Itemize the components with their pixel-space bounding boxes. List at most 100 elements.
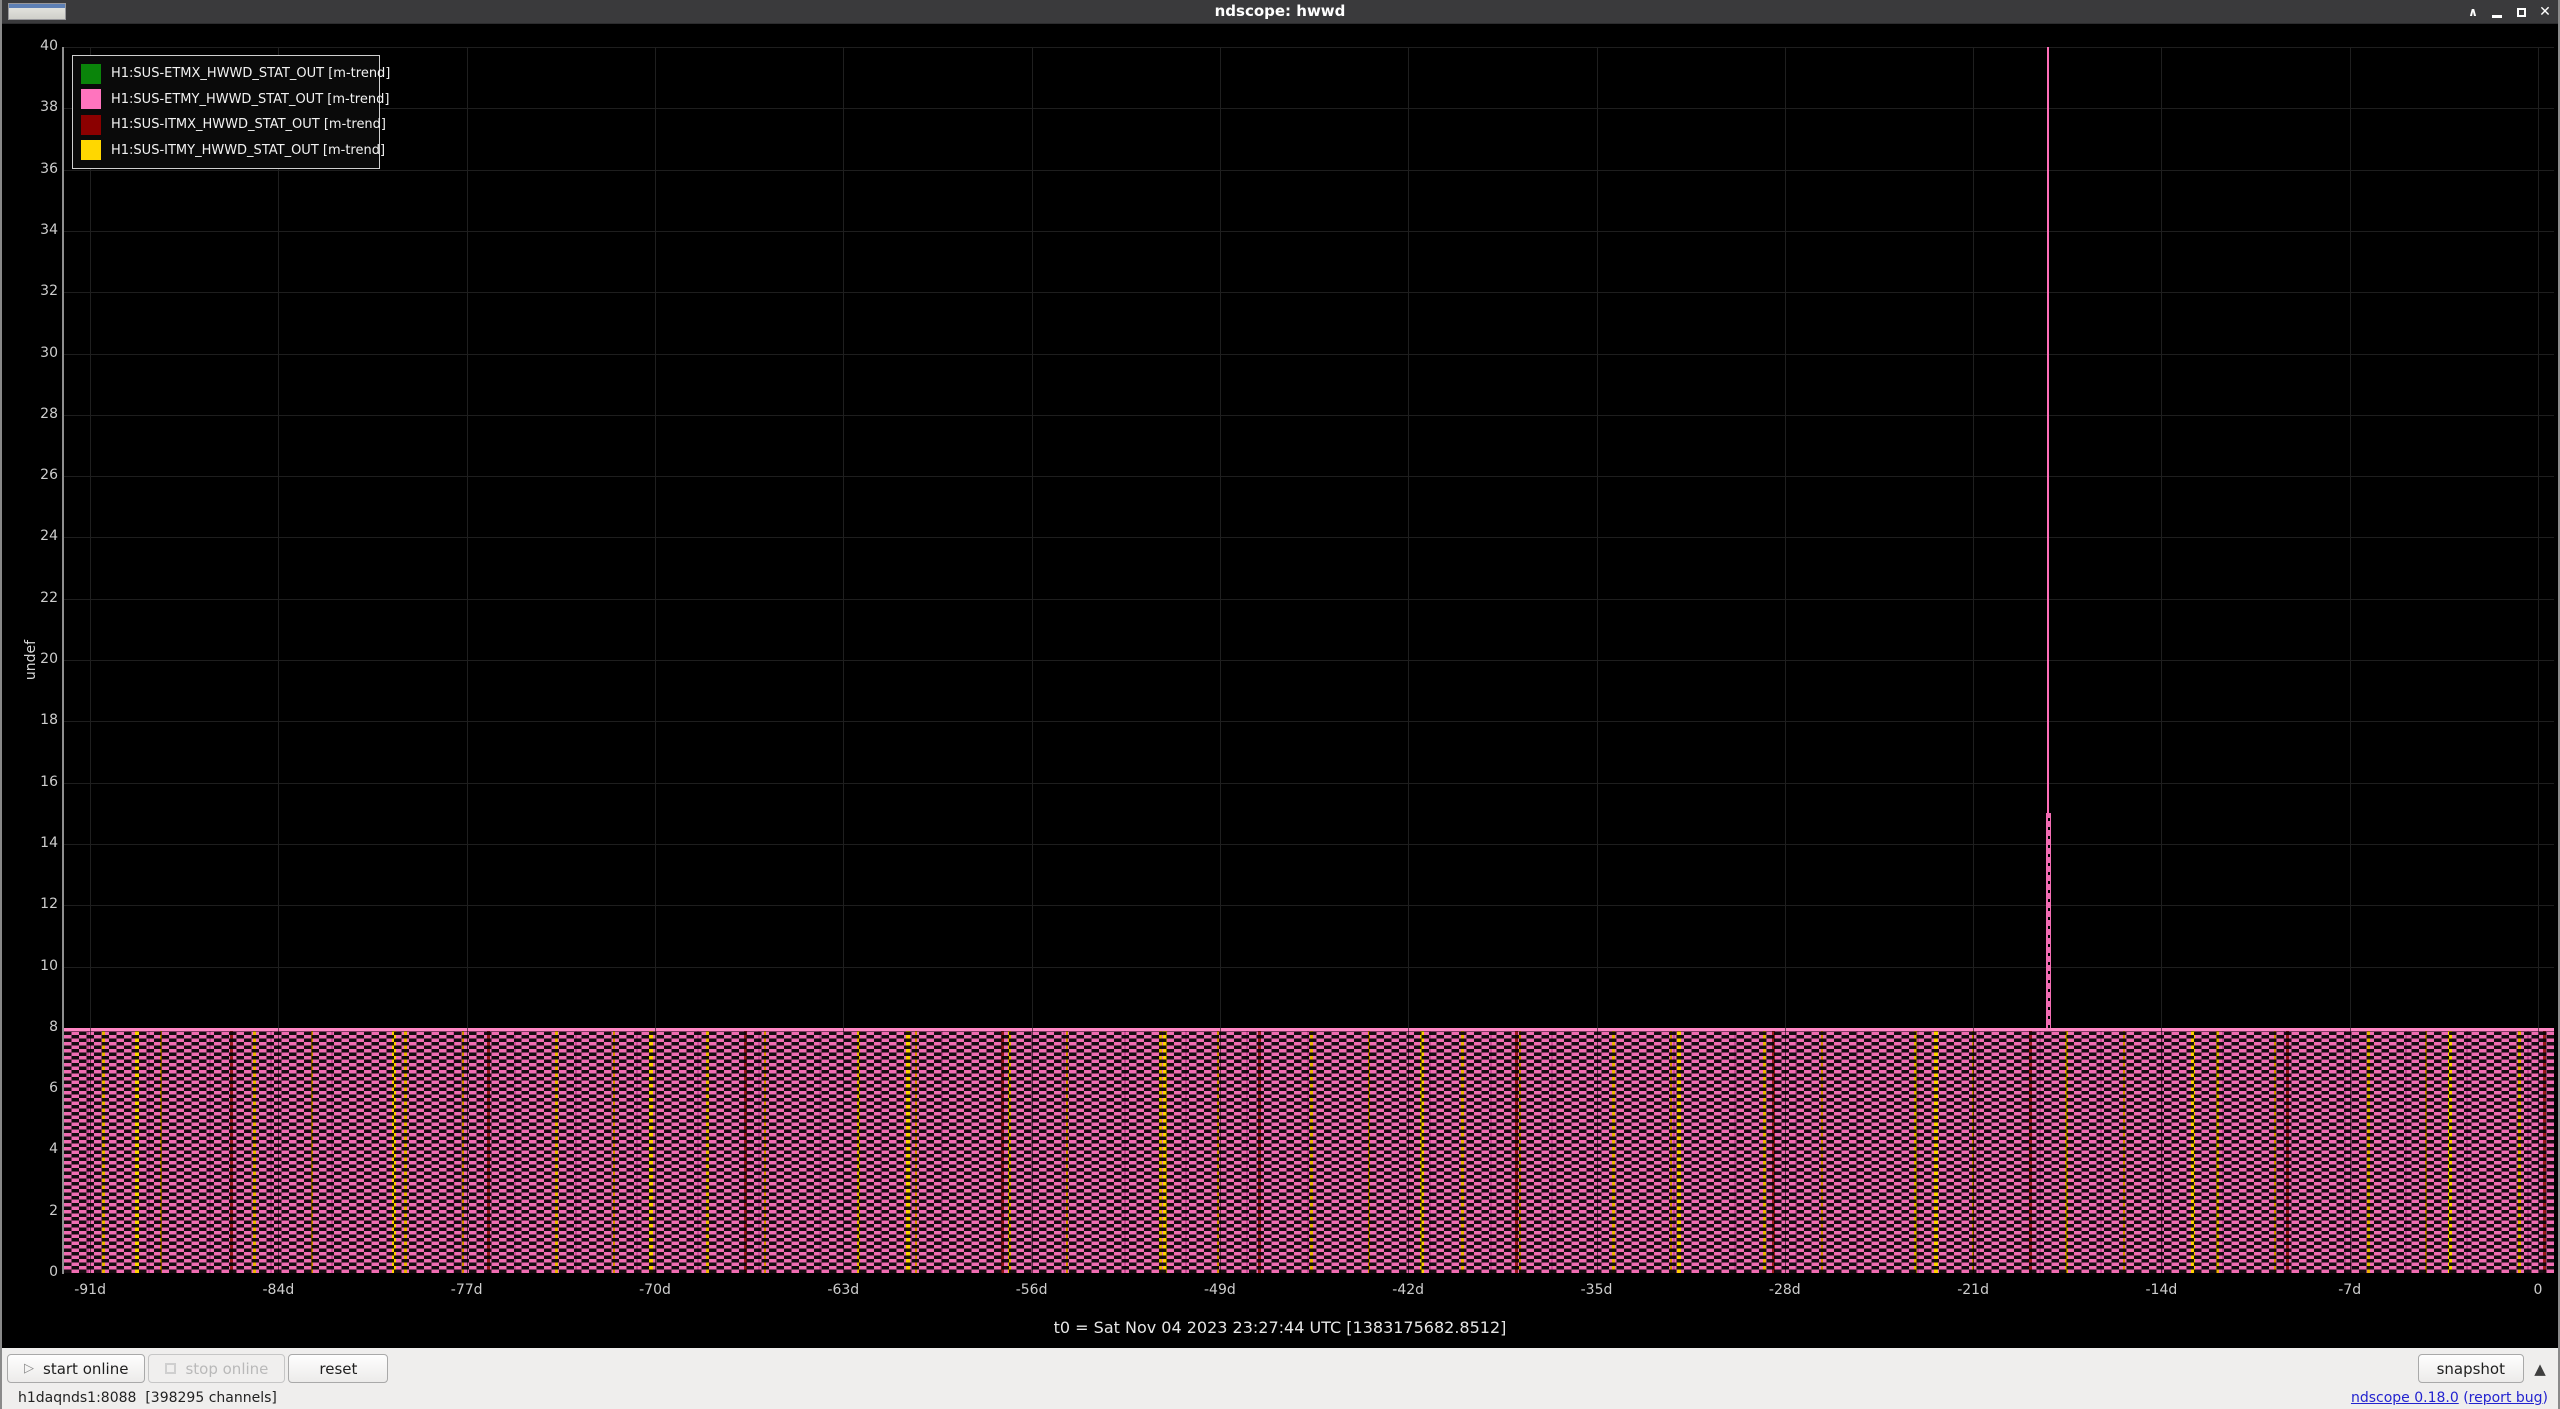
gridline-horizontal [64, 292, 2554, 294]
legend-label: H1:SUS-ITMX_HWWD_STAT_OUT [m-trend] [111, 117, 386, 133]
reset-label: reset [319, 1359, 358, 1378]
gridline-horizontal [64, 905, 2554, 907]
close-icon: ✕ [2539, 4, 2551, 20]
minimize-icon [2492, 14, 2502, 18]
play-icon: ▷ [24, 1361, 34, 1376]
report-bug-link[interactable]: report bug [2469, 1390, 2543, 1406]
shade-icon: ∧ [2468, 5, 2478, 19]
window-title: ndscope: hwwd [1214, 2, 1346, 20]
gridline-horizontal [64, 721, 2554, 723]
toolbar: ▷ start online stop online reset snapsho… [2, 1348, 2558, 1389]
y-tick-label: 16 [40, 773, 58, 790]
x-tick-label: -56d [1015, 1282, 1048, 1298]
band-gridline [1784, 1027, 1786, 1273]
gridline-horizontal [64, 414, 2554, 416]
legend-item: H1:SUS-ETMY_HWWD_STAT_OUT [m-trend] [81, 87, 389, 113]
x-tick-label: -91d [74, 1282, 106, 1298]
version-link[interactable]: ndscope 0.18.0 [2351, 1390, 2459, 1406]
x-tick-label: -49d [1204, 1282, 1236, 1298]
x-tick-label: -14d [2145, 1282, 2178, 1298]
statusbar: h1daqnds1:8088 [398295 channels] ndscope… [2, 1389, 2558, 1409]
x-tick-label: -42d [1392, 1282, 1425, 1298]
x-tick-label: -7d [2338, 1282, 2362, 1298]
gridline-horizontal [64, 843, 2554, 845]
y-tick-label: 0 [49, 1264, 58, 1280]
plot-area[interactable]: 0 2 4 6 8 10 12 14 16 18 20 22 24 26 28 30 32 34 36 38 40 -91… [2, 24, 2558, 1348]
maximize-icon [2516, 7, 2526, 17]
legend-label: H1:SUS-ETMX_HWWD_STAT_OUT [m-trend] [111, 66, 391, 82]
gridline-horizontal [64, 476, 2554, 478]
stop-online-button[interactable]: stop online [148, 1354, 286, 1383]
start-online-button[interactable]: ▷ start online [7, 1354, 146, 1383]
band-gridline [90, 1027, 92, 1273]
data-spike-solid [2045, 813, 2051, 1028]
band-gridline [1031, 1027, 1033, 1273]
gridline-horizontal [64, 230, 2554, 232]
legend-label: H1:SUS-ITMY_HWWD_STAT_OUT [m-trend] [111, 142, 386, 158]
y-tick-label: 6 [49, 1080, 58, 1097]
start-online-label: start online [43, 1359, 129, 1378]
y-tick-label: 18 [40, 712, 58, 729]
legend-swatch [81, 63, 101, 84]
band-gridline [2538, 1027, 2539, 1273]
band-gridline [1408, 1027, 1410, 1273]
pre-bug-text: ( [2458, 1390, 2469, 1406]
band-gridline [2349, 1027, 2351, 1273]
gridline-horizontal [64, 782, 2554, 784]
band-gridline [843, 1027, 845, 1273]
gridline-horizontal [64, 660, 2554, 661]
y-tick-label: 38 [40, 99, 58, 116]
x-tick-label: -21d [1957, 1282, 1989, 1298]
titlebar[interactable]: ndscope: hwwd ∧ ✕ [2, 0, 2558, 24]
x-tick-label: -77d [450, 1282, 483, 1298]
y-tick-label: 30 [40, 344, 58, 361]
x-tick-label: -35d [1580, 1282, 1613, 1298]
x-tick-label: -84d [262, 1282, 295, 1298]
data-spike-thin [2047, 47, 2050, 814]
gridline-horizontal [64, 47, 2554, 48]
reset-button[interactable]: reset [288, 1354, 389, 1383]
legend-swatch [81, 140, 101, 161]
minimize-button[interactable] [2488, 3, 2506, 21]
gridline-horizontal [64, 169, 2554, 171]
y-tick-label: 34 [40, 221, 58, 238]
close-button[interactable]: ✕ [2536, 3, 2554, 21]
y-tick-label: 40 [40, 38, 58, 54]
y-tick-label: 22 [40, 589, 58, 606]
window-controls: ∧ ✕ [2464, 0, 2554, 24]
gridline-horizontal [64, 537, 2554, 539]
band-gridline [1219, 1027, 1221, 1273]
y-tick-label: 14 [40, 834, 58, 851]
maximize-button[interactable] [2512, 3, 2530, 21]
panel-toggle-up-icon[interactable]: ▲ [2527, 1360, 2553, 1378]
legend[interactable]: H1:SUS-ETMX_HWWD_STAT_OUT [m-trend] H1:S… [72, 55, 390, 169]
band-gridline [466, 1027, 468, 1273]
post-bug-text: ) [2542, 1390, 2548, 1406]
y-tick-label: 28 [40, 405, 58, 422]
snapshot-label: snapshot [2436, 1359, 2505, 1378]
x-tick-label: -63d [827, 1282, 860, 1298]
y-tick-label: 26 [40, 467, 58, 484]
snapshot-button[interactable]: snapshot [2417, 1354, 2524, 1383]
band-gridline [1973, 1027, 1975, 1273]
legend-swatch [81, 89, 101, 110]
stop-icon [165, 1363, 177, 1374]
t0-label: t0 = Sat Nov 04 2023 23:27:44 UTC [13831… [1053, 1318, 1507, 1337]
gridline-horizontal [64, 598, 2554, 600]
band-gridline [2161, 1027, 2163, 1273]
gridline-horizontal [64, 353, 2554, 355]
y-tick-label: 8 [49, 1018, 58, 1035]
legend-item: H1:SUS-ETMX_HWWD_STAT_OUT [m-trend] [81, 61, 390, 87]
y-tick-label: 4 [49, 1141, 58, 1158]
x-tick-label: 0 [2533, 1282, 2543, 1298]
legend-swatch [81, 114, 101, 135]
legend-item: H1:SUS-ITMY_HWWD_STAT_OUT [m-trend] [81, 138, 385, 164]
y-tick-label: 32 [40, 283, 58, 300]
shade-button[interactable]: ∧ [2464, 3, 2482, 21]
data-band [64, 1027, 2554, 1273]
gridline-horizontal [64, 108, 2554, 110]
y-tick-label: 2 [49, 1202, 58, 1219]
x-tick-label: -28d [1768, 1282, 1801, 1298]
y-tick-label: 10 [40, 957, 58, 974]
y-tick-label: 36 [40, 160, 58, 177]
